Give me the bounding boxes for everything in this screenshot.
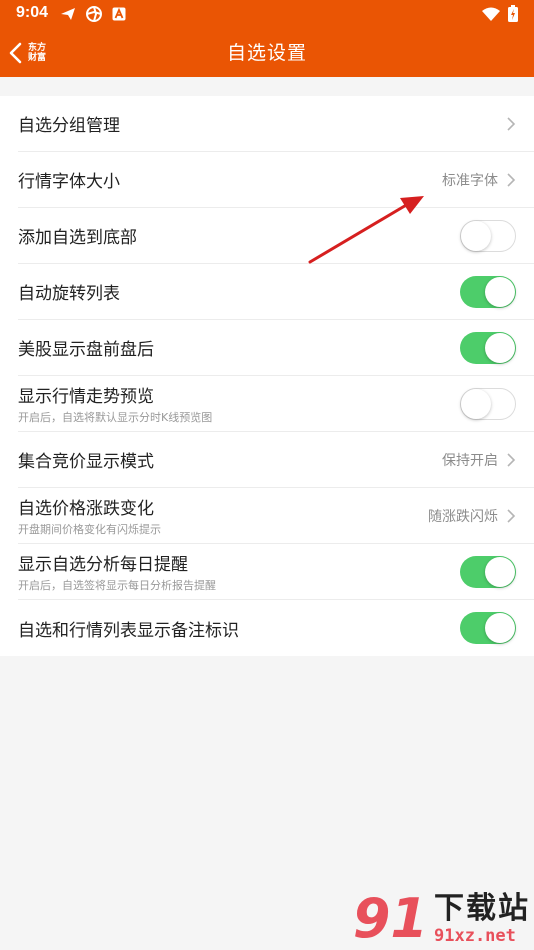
row-title: 显示自选分析每日提醒	[18, 555, 188, 575]
row-control	[506, 116, 516, 132]
row-title: 添加自选到底部	[18, 228, 137, 248]
row-subtitle: 开盘期间价格变化有闪烁提示	[18, 523, 161, 536]
row-control	[460, 331, 516, 364]
row-value: 标准字体	[442, 172, 498, 189]
chevron-right-icon	[507, 172, 516, 187]
toggle-knob	[485, 332, 515, 363]
wifi-icon	[482, 7, 500, 21]
settings-row[interactable]: 自选和行情列表显示备注标识	[18, 600, 534, 656]
chevron-right-icon	[507, 508, 516, 523]
row-text: 行情字体大小	[18, 167, 442, 192]
settings-list: 自选分组管理 行情字体大小 标准字体 添加自选到底部 自动旋转列表 美股显示盘前盘后 显示行…	[0, 96, 534, 656]
row-value: 随涨跌闪烁	[428, 508, 498, 525]
page-title: 自选设置	[226, 42, 307, 64]
row-title: 自动旋转列表	[18, 284, 120, 304]
settings-row[interactable]: 集合竞价显示模式 保持开启	[18, 432, 534, 488]
toggle-switch[interactable]	[460, 331, 516, 364]
row-control: 标准字体	[442, 170, 516, 190]
toggle-knob	[461, 388, 491, 419]
chevron-right-icon	[507, 452, 516, 467]
toggle-switch[interactable]	[460, 612, 516, 644]
row-text: 显示行情走势预览开启后，自选将默认显示分时K线预览图	[18, 382, 460, 425]
row-text: 自选价格涨跌变化开盘期间价格变化有闪烁提示	[18, 494, 428, 537]
aperture-icon	[86, 6, 102, 22]
row-control	[460, 275, 516, 308]
toggle-switch[interactable]	[460, 275, 516, 308]
status-bar: 9:04	[0, 0, 534, 28]
row-control: 随涨跌闪烁	[428, 506, 516, 526]
watermark: 91 下载站 91xz.net	[352, 887, 530, 950]
settings-row[interactable]: 添加自选到底部	[18, 208, 534, 264]
row-text: 集合竞价显示模式	[18, 447, 442, 472]
row-text: 显示自选分析每日提醒开启后，自选签将显示每日分析报告提醒	[18, 550, 460, 593]
app-header: 9:04 东方 财富 自选设置	[0, 0, 534, 77]
watermark-url: 91xz.net	[434, 926, 516, 946]
row-control	[460, 612, 516, 644]
row-control	[460, 219, 516, 252]
toggle-switch[interactable]	[460, 555, 516, 588]
row-control	[460, 555, 516, 588]
send-icon	[61, 8, 75, 20]
a-badge-icon	[112, 7, 126, 21]
row-title: 集合竞价显示模式	[18, 452, 154, 472]
row-title: 行情字体大小	[18, 172, 120, 192]
row-subtitle: 开启后，自选将默认显示分时K线预览图	[18, 411, 213, 424]
settings-row[interactable]: 自选价格涨跌变化 开盘期间价格变化有闪烁提示 随涨跌闪烁	[18, 488, 534, 544]
row-title: 美股显示盘前盘后	[18, 340, 154, 360]
row-title: 自选价格涨跌变化	[18, 499, 154, 519]
row-text: 自动旋转列表	[18, 279, 460, 304]
row-title: 显示行情走势预览	[18, 387, 154, 407]
settings-row[interactable]: 行情字体大小 标准字体	[18, 152, 534, 208]
chevron-right-icon	[507, 116, 516, 131]
toggle-switch[interactable]	[460, 387, 516, 420]
status-time: 9:04	[16, 4, 49, 21]
settings-row[interactable]: 自动旋转列表	[18, 264, 534, 320]
row-text: 自选和行情列表显示备注标识	[18, 616, 460, 641]
row-text: 美股显示盘前盘后	[18, 335, 460, 360]
watermark-logo: 91	[352, 887, 428, 950]
watermark-text: 下载站	[434, 891, 530, 926]
toggle-knob	[485, 556, 515, 587]
row-text: 自选分组管理	[18, 111, 506, 136]
row-text: 添加自选到底部	[18, 223, 460, 248]
settings-row[interactable]: 显示行情走势预览开启后，自选将默认显示分时K线预览图	[18, 376, 534, 432]
row-control	[460, 387, 516, 420]
row-title: 自选和行情列表显示备注标识	[18, 620, 239, 641]
settings-row[interactable]: 显示自选分析每日提醒开启后，自选签将显示每日分析报告提醒	[18, 544, 534, 600]
toggle-switch[interactable]	[460, 219, 516, 252]
nav-bar: 东方 财富 自选设置	[0, 28, 534, 77]
row-value: 保持开启	[442, 452, 498, 469]
row-control: 保持开启	[442, 450, 516, 470]
toggle-knob	[485, 613, 515, 643]
settings-row[interactable]: 自选分组管理	[18, 96, 534, 152]
row-title: 自选分组管理	[18, 116, 120, 136]
battery-icon	[508, 5, 518, 22]
toggle-knob	[461, 220, 491, 251]
row-subtitle: 开启后，自选签将显示每日分析报告提醒	[18, 579, 216, 592]
toggle-knob	[485, 276, 515, 307]
settings-row[interactable]: 美股显示盘前盘后	[18, 320, 534, 376]
